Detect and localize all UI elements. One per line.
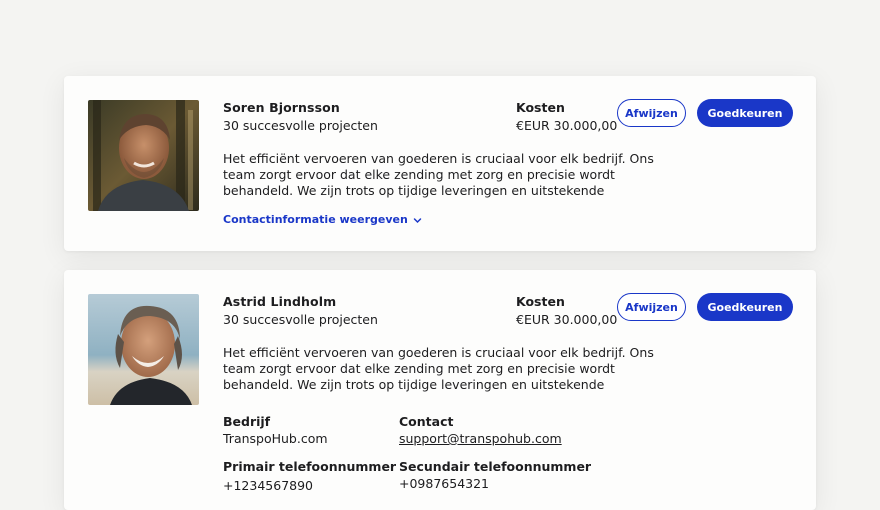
applicant-card: Astrid Lindholm 30 succesvolle projecten…: [64, 270, 816, 510]
contact-toggle-label: Contactinformatie weergeven: [223, 213, 408, 226]
description: Het efficiënt vervoeren van goederen is …: [223, 345, 654, 392]
avatar: [88, 100, 199, 211]
applicant-name: Soren Bjornsson: [223, 100, 340, 115]
contact-email-link[interactable]: support@transpohub.com: [399, 431, 562, 446]
cost-value: €EUR 30.000,00: [516, 118, 618, 133]
show-contact-info-link[interactable]: Contactinformatie weergeven: [223, 213, 422, 226]
applicant-name: Astrid Lindholm: [223, 294, 337, 309]
contact-label: Contact: [399, 414, 454, 429]
primary-phone-value: +1234567890: [223, 478, 314, 493]
primary-phone-label: Primair telefoonnummer: [223, 459, 397, 474]
cost-value: €EUR 30.000,00: [516, 312, 618, 327]
secondary-phone-value: +0987654321: [399, 476, 490, 491]
avatar: [88, 294, 199, 405]
applicant-card: Soren Bjornsson 30 succesvolle projecten…: [64, 76, 816, 251]
chevron-down-icon: [413, 215, 422, 224]
secondary-phone-label: Secundair telefoonnummer: [399, 459, 592, 474]
projects-count: 30 succesvolle projecten: [223, 118, 378, 133]
reject-button[interactable]: Afwijzen: [617, 99, 686, 127]
approve-button[interactable]: Goedkeuren: [697, 99, 793, 127]
description: Het efficiënt vervoeren van goederen is …: [223, 151, 654, 198]
cost-label: Kosten: [516, 294, 565, 309]
projects-count: 30 succesvolle projecten: [223, 312, 378, 327]
cost-label: Kosten: [516, 100, 565, 115]
approve-button[interactable]: Goedkeuren: [697, 293, 793, 321]
company-value: TranspoHub.com: [223, 431, 328, 446]
reject-button[interactable]: Afwijzen: [617, 293, 686, 321]
company-label: Bedrijf: [223, 414, 271, 429]
